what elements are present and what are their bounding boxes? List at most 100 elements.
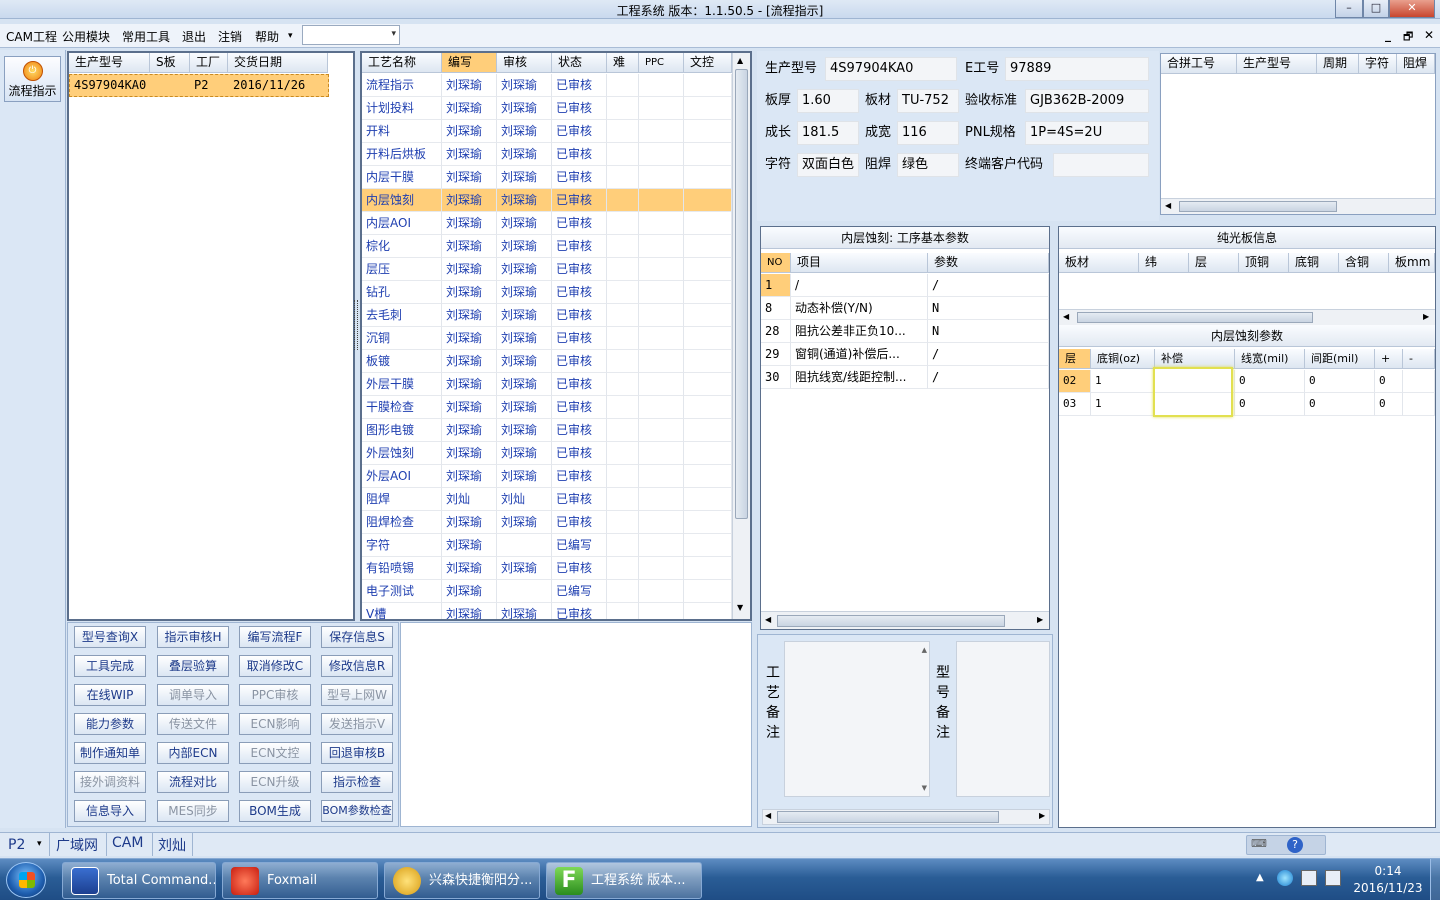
scroll-left-icon[interactable]: ◀: [1063, 312, 1069, 321]
table-row[interactable]: 28 阻抗公差非正负10... N: [761, 320, 1049, 343]
col-header-char[interactable]: 字符: [1359, 54, 1397, 74]
table-row[interactable]: 电子测试 刘琛瑜 已编写: [362, 580, 732, 603]
task-total-commander[interactable]: Total Command...: [62, 862, 216, 899]
col-header-bare[interactable]: 板材: [1059, 253, 1139, 273]
table-row[interactable]: 外层干膜 刘琛瑜 刘琛瑜 已审核: [362, 373, 732, 396]
mdi-minimize-button[interactable]: _: [1385, 28, 1391, 42]
process-note-textarea[interactable]: ▲ ▼: [784, 641, 930, 797]
tray-arrow-icon[interactable]: ▲: [1256, 872, 1264, 883]
action-button[interactable]: 接外调资料: [74, 771, 146, 793]
col-header-cycle[interactable]: 周期: [1317, 54, 1359, 74]
action-button[interactable]: 制作通知单: [74, 742, 146, 764]
action-button[interactable]: 取消修改C: [239, 655, 311, 677]
action-button[interactable]: 指示审核H: [157, 626, 229, 648]
help-icon[interactable]: ?: [1287, 837, 1303, 853]
task-foxmail[interactable]: Foxmail: [222, 862, 378, 899]
value-mask[interactable]: 绿色: [897, 153, 959, 177]
col-header-model[interactable]: 生产型号: [69, 53, 150, 73]
col-header-s-board[interactable]: S板: [150, 53, 190, 73]
maximize-button[interactable]: □: [1363, 0, 1389, 18]
value-pnl[interactable]: 1P=4S=2U: [1025, 121, 1149, 145]
table-row[interactable]: 沉铜 刘琛瑜 刘琛瑜 已审核: [362, 327, 732, 350]
action-button[interactable]: 叠层验算: [157, 655, 229, 677]
col-header-bare[interactable]: 层: [1189, 253, 1239, 273]
col-header-mask[interactable]: 阻焊: [1397, 54, 1435, 74]
table-row[interactable]: 钻孔 刘琛瑜 刘琛瑜 已审核: [362, 281, 732, 304]
col-header-param[interactable]: 参数: [928, 253, 1049, 273]
action-button[interactable]: PPC审核: [239, 684, 311, 706]
scroll-up-icon[interactable]: ▲: [922, 646, 927, 654]
menu-common-modules[interactable]: 公用模块: [62, 28, 110, 45]
col-header-difficulty[interactable]: 难: [607, 53, 639, 73]
col-header-etch[interactable]: +: [1375, 349, 1403, 369]
col-header-reviewer[interactable]: 审核: [497, 53, 552, 73]
keyboard-icon[interactable]: ⌨: [1251, 837, 1267, 850]
menu-common-tools[interactable]: 常用工具: [122, 28, 170, 45]
factory-select[interactable]: P2 ▾: [0, 833, 50, 856]
clock-date[interactable]: 2016/11/23: [1348, 881, 1428, 895]
action-button[interactable]: 传送文件: [157, 713, 229, 735]
value-length[interactable]: 181.5: [797, 121, 859, 145]
action-button[interactable]: 内部ECN: [157, 742, 229, 764]
tray-network-icon[interactable]: [1301, 870, 1317, 886]
scroll-down-icon[interactable]: ▼: [922, 784, 927, 792]
table-row[interactable]: 03 1 0 0 0: [1059, 393, 1435, 416]
close-button[interactable]: ✕: [1389, 0, 1435, 18]
action-button[interactable]: MES同步: [157, 800, 229, 822]
table-row[interactable]: 4S97904KA0 P2 2016/11/26: [69, 74, 329, 97]
col-header-etch[interactable]: 层: [1059, 349, 1091, 369]
value-model[interactable]: 4S97904KA0: [825, 57, 957, 81]
value-ejob[interactable]: 97889: [1005, 57, 1149, 81]
value-thickness[interactable]: 1.60: [797, 89, 859, 113]
merge-hscroll[interactable]: ◀: [1161, 198, 1435, 214]
col-header-factory[interactable]: 工厂: [190, 53, 228, 73]
action-button[interactable]: 编写流程F: [239, 626, 311, 648]
table-row[interactable]: 开料 刘琛瑜 刘琛瑜 已审核: [362, 120, 732, 143]
col-header-merge-job[interactable]: 合拼工号: [1161, 54, 1237, 74]
action-button[interactable]: 指示检查: [321, 771, 393, 793]
scroll-right-icon[interactable]: ▶: [1039, 811, 1045, 820]
col-header-bare[interactable]: 含铜: [1339, 253, 1389, 273]
action-button[interactable]: BOM生成: [239, 800, 311, 822]
value-standard[interactable]: GJB362B-2009: [1025, 89, 1149, 113]
params-hscroll[interactable]: ◀ ▶: [761, 611, 1049, 629]
bare-hscroll[interactable]: ◀ ▶: [1059, 309, 1435, 325]
notes-hscroll[interactable]: ◀ ▶: [762, 809, 1050, 825]
start-button[interactable]: [6, 862, 46, 898]
table-row[interactable]: 外层蚀刻 刘琛瑜 刘琛瑜 已审核: [362, 442, 732, 465]
table-row[interactable]: 29 窗铜(通道)补偿后... /: [761, 343, 1049, 366]
action-button[interactable]: 型号上网W: [321, 684, 393, 706]
table-row[interactable]: 开料后烘板 刘琛瑜 刘琛瑜 已审核: [362, 143, 732, 166]
col-header-ppc[interactable]: PPC: [639, 53, 684, 73]
value-char[interactable]: 双面白色: [797, 153, 859, 177]
col-header-bare[interactable]: 顶铜: [1239, 253, 1289, 273]
col-header-item[interactable]: 项目: [791, 253, 928, 273]
col-header-no[interactable]: NO: [761, 253, 791, 273]
col-header-etch[interactable]: 底铜(oz): [1091, 349, 1155, 369]
action-button[interactable]: 流程对比: [157, 771, 229, 793]
table-row[interactable]: 干膜检查 刘琛瑜 刘琛瑜 已审核: [362, 396, 732, 419]
table-row[interactable]: 字符 刘琛瑜 已编写: [362, 534, 732, 557]
mdi-restore-button[interactable]: 🗗: [1403, 28, 1413, 47]
action-button[interactable]: BOM参数检查: [321, 800, 393, 822]
table-row[interactable]: 1//: [761, 274, 1049, 297]
scroll-thumb[interactable]: [777, 811, 999, 823]
scroll-right-icon[interactable]: ▶: [1423, 312, 1429, 321]
col-header-status[interactable]: 状态: [552, 53, 607, 73]
action-button[interactable]: 修改信息R: [321, 655, 393, 677]
menu-help[interactable]: 帮助: [255, 28, 279, 45]
scroll-right-icon[interactable]: ▶: [1037, 615, 1043, 624]
scroll-thumb[interactable]: [777, 615, 1005, 627]
scroll-thumb[interactable]: [735, 69, 748, 519]
table-row[interactable]: 内层AOI 刘琛瑜 刘琛瑜 已审核: [362, 212, 732, 235]
table-row[interactable]: 流程指示 刘琛瑜 刘琛瑜 已审核: [362, 74, 732, 97]
table-row[interactable]: 内层蚀刻 刘琛瑜 刘琛瑜 已审核: [362, 189, 732, 212]
tray-monitor-icon[interactable]: [1325, 870, 1341, 886]
process-scrollbar[interactable]: ▲ ▼: [732, 53, 750, 619]
table-row[interactable]: 内层干膜 刘琛瑜 刘琛瑜 已审核: [362, 166, 732, 189]
mdi-close-button[interactable]: ✕: [1424, 28, 1434, 42]
scroll-up-icon[interactable]: ▲: [737, 56, 743, 65]
table-row[interactable]: 阻焊检查 刘琛瑜 刘琛瑜 已审核: [362, 511, 732, 534]
scroll-down-icon[interactable]: ▼: [737, 603, 743, 612]
action-button[interactable]: ECN文控: [239, 742, 311, 764]
